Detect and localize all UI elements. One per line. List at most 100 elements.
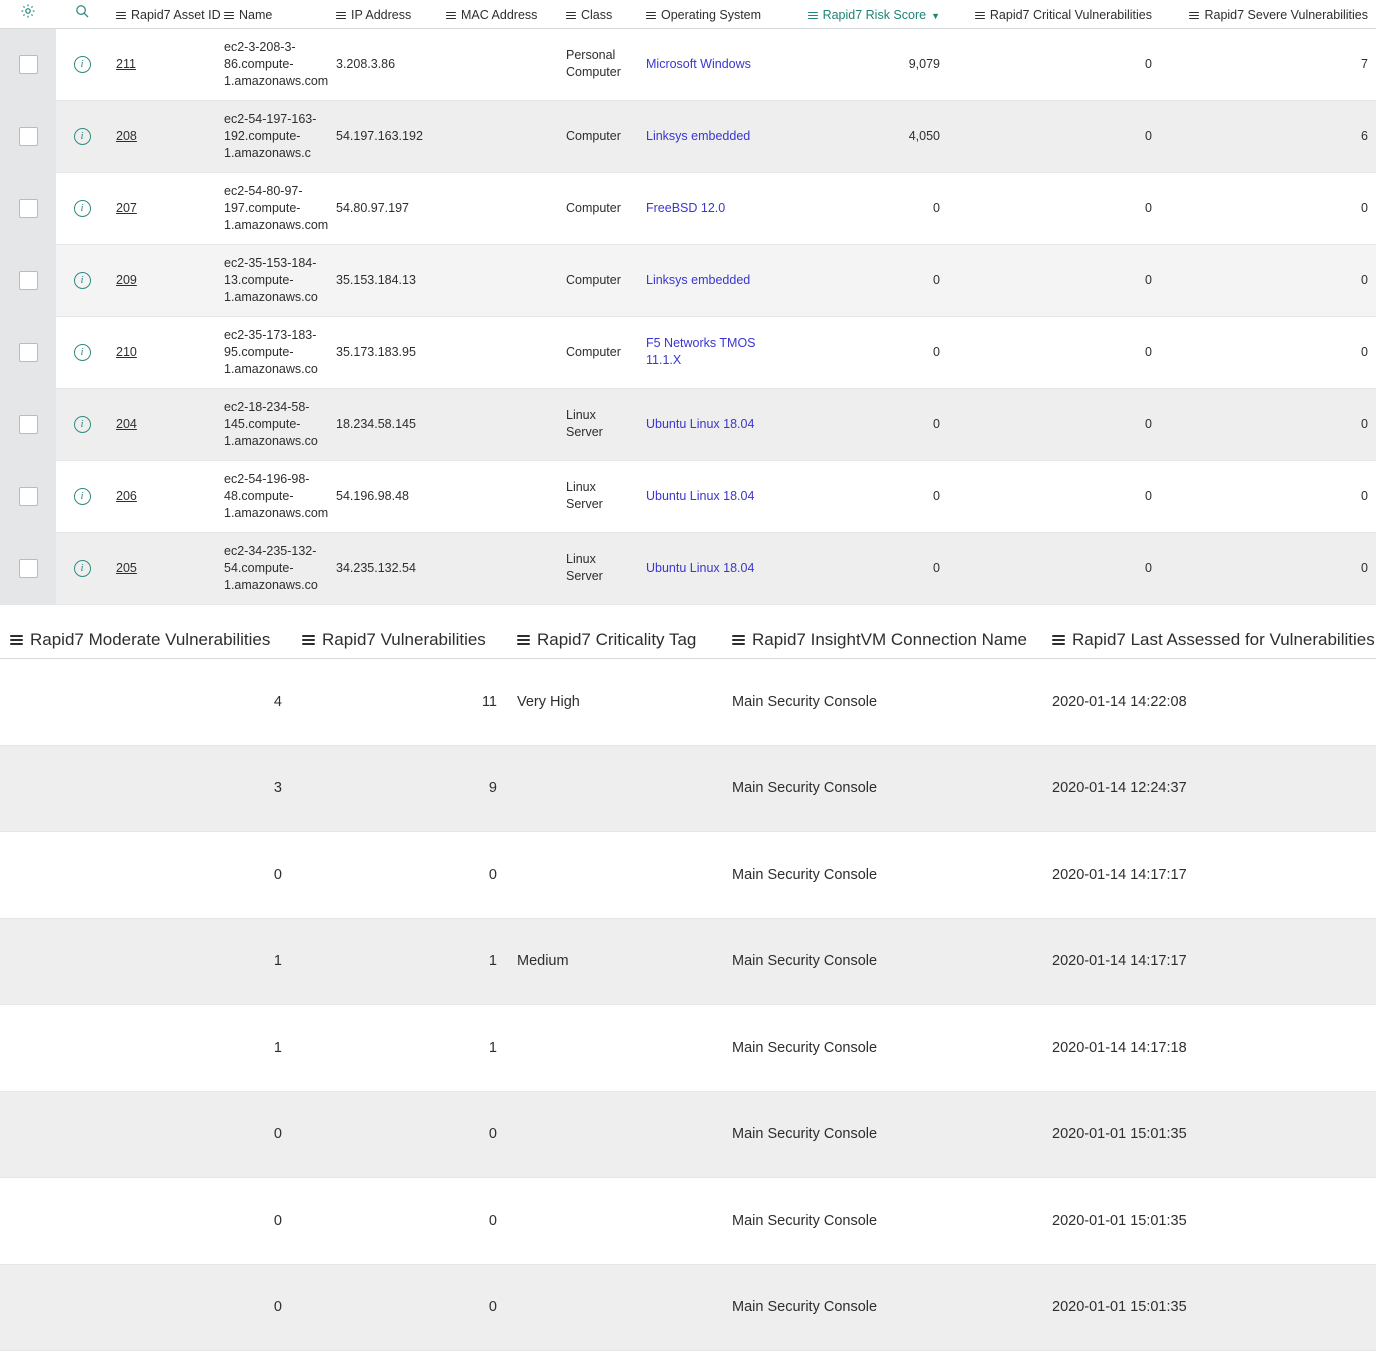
cell-os[interactable]: Linksys embedded [638, 100, 788, 172]
info-icon[interactable]: i [74, 128, 91, 145]
asset-id-link[interactable]: 206 [116, 489, 137, 503]
asset-id-link[interactable]: 211 [116, 57, 136, 71]
cell-asset-id[interactable]: 210 [108, 316, 216, 388]
column-menu-icon[interactable] [517, 635, 530, 645]
row-checkbox[interactable] [19, 343, 38, 362]
cell-asset-id[interactable]: 204 [108, 388, 216, 460]
table-row[interactable]: 00Main Security Console2020-01-01 15:01:… [0, 1264, 1376, 1351]
info-icon[interactable]: i [74, 416, 91, 433]
row-info-cell[interactable]: i [56, 316, 108, 388]
os-link[interactable]: Ubuntu Linux 18.04 [646, 489, 754, 503]
cell-asset-id[interactable]: 207 [108, 172, 216, 244]
column-menu-icon[interactable] [808, 12, 818, 20]
row-info-cell[interactable]: i [56, 172, 108, 244]
asset-id-link[interactable]: 205 [116, 561, 137, 575]
column-menu-icon[interactable] [336, 12, 346, 20]
os-link[interactable]: Microsoft Windows [646, 57, 751, 71]
asset-id-link[interactable]: 207 [116, 201, 137, 215]
gear-icon[interactable] [20, 3, 36, 19]
row-checkbox[interactable] [19, 271, 38, 290]
cell-os[interactable]: Ubuntu Linux 18.04 [638, 532, 788, 604]
os-link[interactable]: Ubuntu Linux 18.04 [646, 417, 754, 431]
column-menu-icon[interactable] [446, 12, 456, 20]
cell-os[interactable]: FreeBSD 12.0 [638, 172, 788, 244]
search-icon[interactable] [74, 3, 90, 19]
row-select-cell[interactable] [0, 172, 56, 244]
table-row[interactable]: i206ec2-54-196-98-48.compute-1.amazonaws… [0, 460, 1376, 532]
table-row[interactable]: i205ec2-34-235-132-54.compute-1.amazonaw… [0, 532, 1376, 604]
column-menu-icon[interactable] [646, 12, 656, 20]
column-menu-icon[interactable] [1189, 12, 1199, 20]
row-info-cell[interactable]: i [56, 460, 108, 532]
asset-id-link[interactable]: 210 [116, 345, 137, 359]
col-header-moderate-vulnerabilities[interactable]: Rapid7 Moderate Vulnerabilities [0, 619, 292, 659]
table-row[interactable]: 39Main Security Console2020-01-14 12:24:… [0, 745, 1376, 832]
column-menu-icon[interactable] [1052, 635, 1065, 645]
col-header-vulnerabilities[interactable]: Rapid7 Vulnerabilities [292, 619, 507, 659]
col-header-last-assessed[interactable]: Rapid7 Last Assessed for Vulnerabilities [1042, 619, 1376, 659]
column-menu-icon[interactable] [10, 635, 23, 645]
cell-os[interactable]: Ubuntu Linux 18.04 [638, 388, 788, 460]
table-row[interactable]: i208ec2-54-197-163-192.compute-1.amazona… [0, 100, 1376, 172]
column-menu-icon[interactable] [116, 12, 126, 20]
col-header-severe-vulnerabilities[interactable]: Rapid7 Severe Vulnerabilities [1160, 0, 1376, 28]
sort-desc-icon[interactable]: ▼ [931, 11, 940, 21]
table-row[interactable]: 11Main Security Console2020-01-14 14:17:… [0, 1005, 1376, 1092]
row-checkbox[interactable] [19, 127, 38, 146]
table-row[interactable]: 00Main Security Console2020-01-01 15:01:… [0, 1091, 1376, 1178]
os-link[interactable]: Ubuntu Linux 18.04 [646, 561, 754, 575]
personalize-column-cell[interactable] [0, 0, 56, 28]
asset-id-link[interactable]: 208 [116, 129, 137, 143]
info-icon[interactable]: i [74, 560, 91, 577]
info-icon[interactable]: i [74, 56, 91, 73]
info-icon[interactable]: i [74, 344, 91, 361]
col-header-insightvm-connection-name[interactable]: Rapid7 InsightVM Connection Name [722, 619, 1042, 659]
column-menu-icon[interactable] [975, 12, 985, 20]
os-link[interactable]: Linksys embedded [646, 273, 750, 287]
cell-os[interactable]: Ubuntu Linux 18.04 [638, 460, 788, 532]
row-info-cell[interactable]: i [56, 28, 108, 100]
table-row[interactable]: 11MediumMain Security Console2020-01-14 … [0, 918, 1376, 1005]
column-menu-icon[interactable] [302, 635, 315, 645]
info-icon[interactable]: i [74, 488, 91, 505]
table-row[interactable]: i207ec2-54-80-97-197.compute-1.amazonaws… [0, 172, 1376, 244]
table-row[interactable]: i211ec2-3-208-3-86.compute-1.amazonaws.c… [0, 28, 1376, 100]
cell-asset-id[interactable]: 209 [108, 244, 216, 316]
search-column-cell[interactable] [56, 0, 108, 28]
row-select-cell[interactable] [0, 28, 56, 100]
row-checkbox[interactable] [19, 559, 38, 578]
col-header-asset-id[interactable]: Rapid7 Asset ID [108, 0, 216, 28]
table-row[interactable]: 00Main Security Console2020-01-01 15:01:… [0, 1178, 1376, 1265]
os-link[interactable]: FreeBSD 12.0 [646, 201, 725, 215]
col-header-critical-vulnerabilities[interactable]: Rapid7 Critical Vulnerabilities [948, 0, 1160, 28]
row-info-cell[interactable]: i [56, 388, 108, 460]
cell-os[interactable]: F5 Networks TMOS 11.1.X [638, 316, 788, 388]
cell-os[interactable]: Linksys embedded [638, 244, 788, 316]
row-select-cell[interactable] [0, 316, 56, 388]
row-select-cell[interactable] [0, 532, 56, 604]
row-checkbox[interactable] [19, 415, 38, 434]
col-header-risk-score[interactable]: Rapid7 Risk Score▼ [788, 0, 948, 28]
row-select-cell[interactable] [0, 244, 56, 316]
col-header-mac-address[interactable]: MAC Address [438, 0, 558, 28]
os-link[interactable]: Linksys embedded [646, 129, 750, 143]
info-icon[interactable]: i [74, 272, 91, 289]
table-row[interactable]: i209ec2-35-153-184-13.compute-1.amazonaw… [0, 244, 1376, 316]
table-row[interactable]: 411Very HighMain Security Console2020-01… [0, 659, 1376, 746]
cell-asset-id[interactable]: 206 [108, 460, 216, 532]
col-header-criticality-tag[interactable]: Rapid7 Criticality Tag [507, 619, 722, 659]
column-menu-icon[interactable] [732, 635, 745, 645]
cell-asset-id[interactable]: 208 [108, 100, 216, 172]
row-checkbox[interactable] [19, 487, 38, 506]
row-info-cell[interactable]: i [56, 244, 108, 316]
cell-os[interactable]: Microsoft Windows [638, 28, 788, 100]
row-select-cell[interactable] [0, 460, 56, 532]
row-select-cell[interactable] [0, 100, 56, 172]
col-header-class[interactable]: Class [558, 0, 638, 28]
os-link[interactable]: F5 Networks TMOS 11.1.X [646, 336, 756, 367]
row-info-cell[interactable]: i [56, 100, 108, 172]
asset-id-link[interactable]: 209 [116, 273, 137, 287]
row-checkbox[interactable] [19, 199, 38, 218]
row-info-cell[interactable]: i [56, 532, 108, 604]
cell-asset-id[interactable]: 211 [108, 28, 216, 100]
